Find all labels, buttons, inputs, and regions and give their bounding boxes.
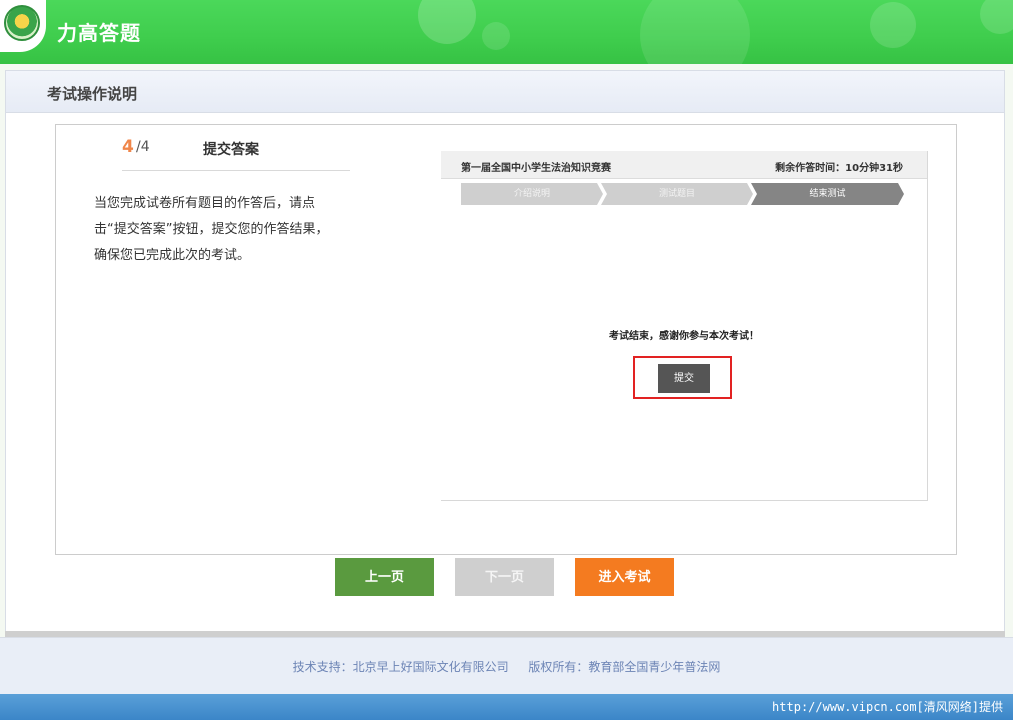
instruction-content: 4 /4 提交答案 当您完成试卷所有题目的作答后，请点 击“提交答案”按钮，提交… bbox=[55, 124, 957, 555]
step-title: 提交答案 bbox=[203, 142, 259, 158]
exam-progress-steps: 介绍说明 测试题目 结束测试 bbox=[461, 183, 904, 205]
step-description: 当您完成试卷所有题目的作答后，请点 击“提交答案”按钮，提交您的作答结果， 确保… bbox=[94, 191, 364, 269]
watermark-text: http://www.vipcn.com[清风网络]提供 bbox=[772, 700, 1003, 714]
status-bar: http://www.vipcn.com[清风网络]提供 bbox=[0, 694, 1013, 720]
description-line: 击“提交答案”按钮，提交您的作答结果， bbox=[94, 222, 329, 237]
app-logo-icon bbox=[0, 0, 46, 52]
description-line: 确保您已完成此次的考试。 bbox=[94, 248, 251, 263]
footer-text: 技术支持：北京早上好国际文化有限公司 版权所有：教育部全国青少年普法网 bbox=[0, 658, 1013, 675]
time-remaining: 剩余作答时间：10分钟31秒 bbox=[775, 163, 903, 174]
example-screenshot: 第一届全国中小学生法治知识竞赛 剩余作答时间：10分钟31秒 介绍说明 测试题目… bbox=[441, 151, 928, 501]
app-window: 力高答题 考试操作说明 4 /4 提交答案 当您完成试卷所有题目的作答后，请点 … bbox=[0, 0, 1013, 720]
progress-step-questions: 测试题目 bbox=[601, 183, 753, 205]
step-current: 4 bbox=[122, 137, 134, 157]
instructions-panel: 考试操作说明 4 /4 提交答案 当您完成试卷所有题目的作答后，请点 击“提交答… bbox=[5, 70, 1005, 634]
next-page-button[interactable]: 下一页 bbox=[455, 558, 554, 596]
tech-support-text: 技术支持：北京早上好国际文化有限公司 bbox=[292, 660, 509, 674]
exam-topbar: 第一届全国中小学生法治知识竞赛 剩余作答时间：10分钟31秒 bbox=[441, 151, 927, 179]
step-indicator: 4 /4 提交答案 bbox=[122, 137, 350, 171]
step-total: /4 bbox=[136, 139, 150, 155]
copyright-text: 版权所有：教育部全国青少年普法网 bbox=[528, 660, 721, 674]
example-submit-button: 提交 bbox=[658, 364, 710, 393]
progress-step-intro: 介绍说明 bbox=[461, 183, 603, 205]
exam-name: 第一届全国中小学生法治知识竞赛 bbox=[461, 163, 611, 174]
description-line: 当您完成试卷所有题目的作答后，请点 bbox=[94, 196, 316, 211]
highlight-frame: 提交 bbox=[633, 356, 732, 399]
app-header: 力高答题 bbox=[0, 0, 1013, 64]
page-footer: 技术支持：北京早上好国际文化有限公司 版权所有：教育部全国青少年普法网 bbox=[0, 637, 1013, 694]
panel-title: 考试操作说明 bbox=[47, 85, 138, 103]
exam-finished-message: 考试结束，感谢你参与本次考试！ bbox=[609, 331, 759, 342]
app-title: 力高答题 bbox=[57, 21, 141, 45]
progress-step-finish: 结束测试 bbox=[751, 183, 904, 205]
enter-exam-button[interactable]: 进入考试 bbox=[575, 558, 674, 596]
previous-page-button[interactable]: 上一页 bbox=[335, 558, 434, 596]
panel-header: 考试操作说明 bbox=[6, 71, 1004, 113]
